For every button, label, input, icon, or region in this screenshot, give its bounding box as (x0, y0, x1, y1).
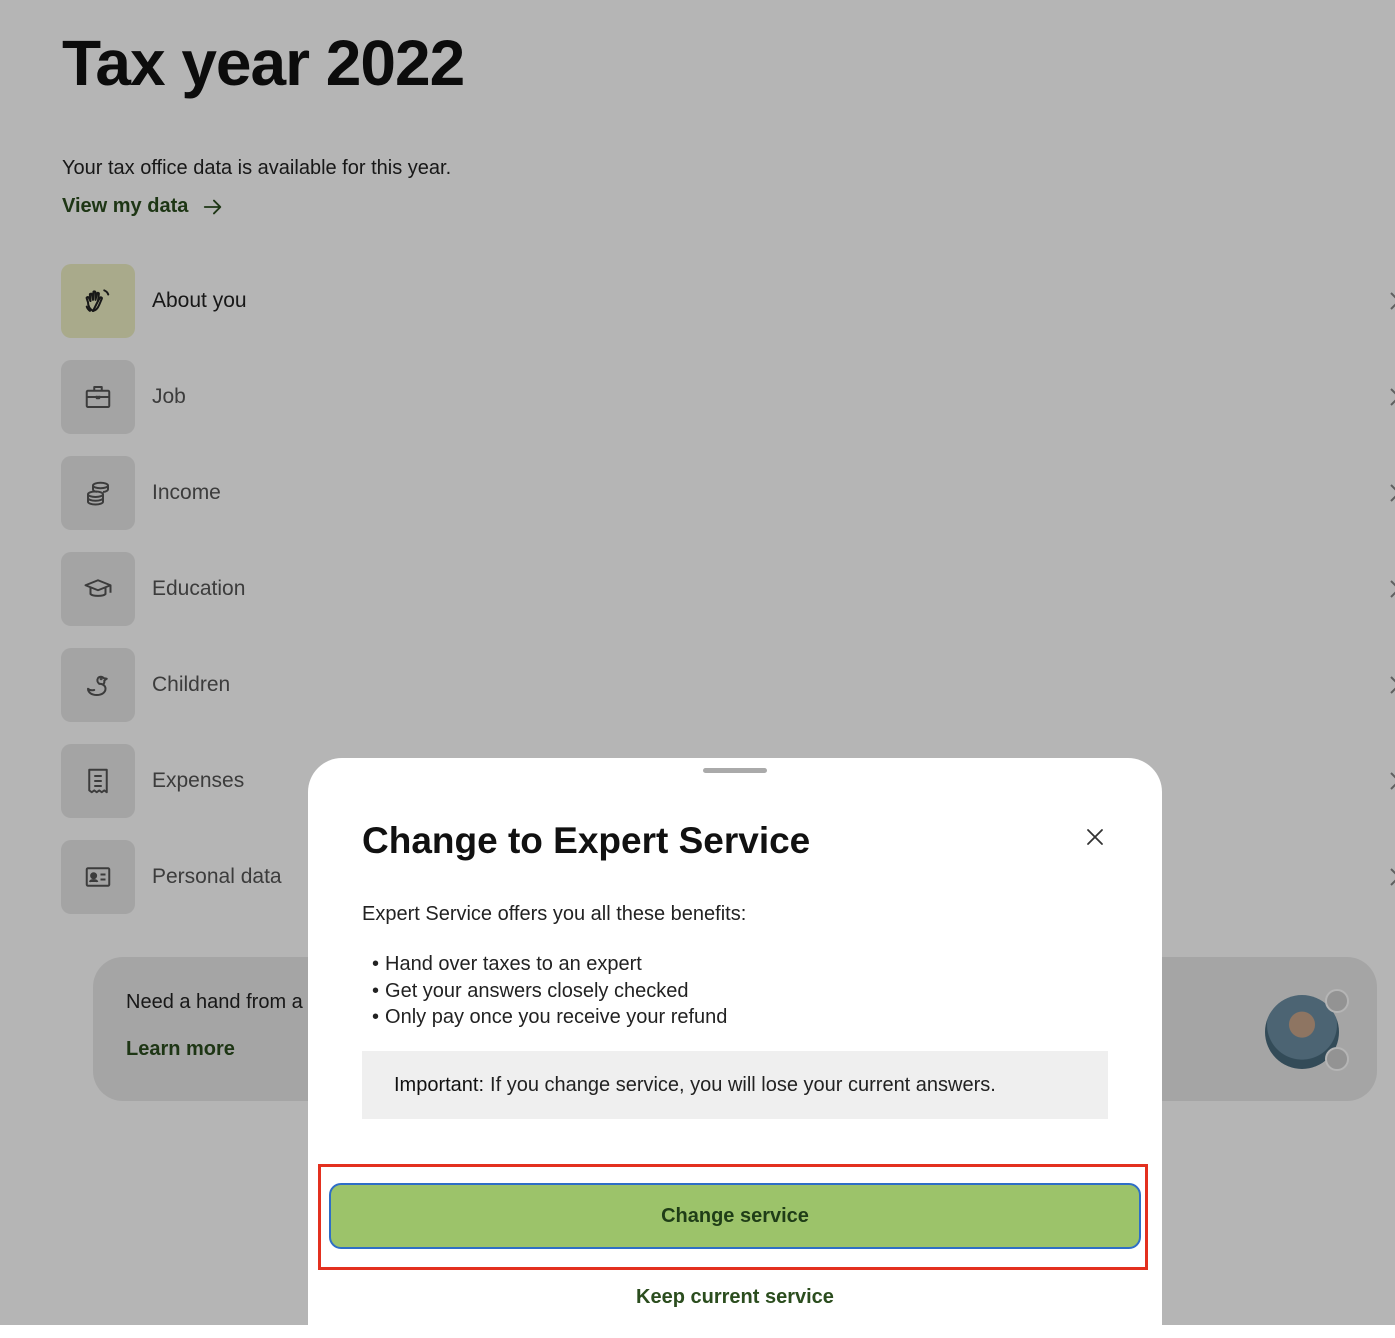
benefit-item: • Hand over taxes to an expert (372, 953, 642, 975)
change-service-button[interactable]: Change service (329, 1183, 1141, 1249)
sheet-drag-handle[interactable] (703, 768, 767, 773)
dialog-title: Change to Expert Service (362, 820, 811, 861)
benefit-item: • Get your answers closely checked (372, 979, 689, 1002)
important-notice: Important: If you change service, you wi… (362, 1051, 1108, 1119)
close-icon (1087, 829, 1103, 845)
benefits-intro: Expert Service offers you all these bene… (362, 903, 747, 925)
keep-current-service-button[interactable]: Keep current service (308, 1286, 1162, 1309)
change-service-dialog: Change to Expert Service Expert Service … (308, 758, 1162, 1338)
benefits-list: • Hand over taxes to an expert • Get your … (372, 951, 727, 1031)
notice-label: Important: (394, 1073, 485, 1096)
benefit-item: • Only pay once you receive your refund (372, 1006, 728, 1028)
close-button[interactable] (1078, 820, 1112, 854)
notice-text: If you change service, you will lose you… (490, 1073, 996, 1096)
